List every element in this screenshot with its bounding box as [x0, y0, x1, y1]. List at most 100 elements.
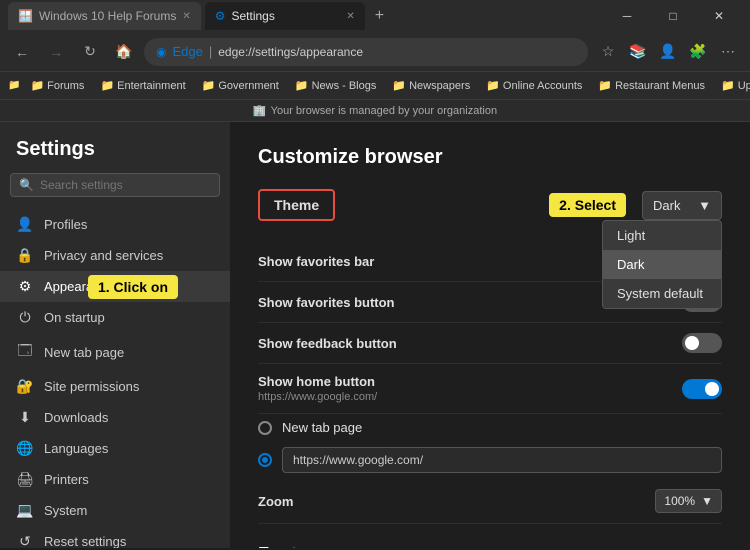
zoom-select[interactable]: 100% ▼ — [655, 489, 722, 513]
managed-banner: 🏢 Your browser is managed by your organi… — [0, 100, 750, 122]
zoom-chevron-icon: ▼ — [701, 494, 713, 508]
home-nav-button[interactable]: 🏠 — [110, 38, 138, 66]
click-on-callout: 1. Click on — [88, 275, 178, 299]
theme-dropdown-menu: Light Dark System default — [602, 220, 722, 309]
privacy-icon: 🔒 — [16, 247, 34, 264]
printers-icon: 🖨 — [16, 471, 34, 488]
edge-label: Edge — [172, 44, 202, 59]
url-input[interactable]: https://www.google.com/ — [282, 447, 722, 473]
sidebar-item-permissions[interactable]: 🔐 Site permissions — [0, 371, 230, 402]
sidebar-item-privacy[interactable]: 🔒 Privacy and services — [0, 240, 230, 271]
theme-option-dark[interactable]: Dark — [603, 250, 721, 279]
main-layout: Settings 🔍 👤 Profiles 🔒 Privacy and serv… — [0, 122, 750, 548]
tab-forums[interactable]: 🪟 Windows 10 Help Forums ✕ — [8, 2, 201, 30]
sidebar-item-startup[interactable]: ⏻ On startup — [0, 302, 230, 333]
sidebar-item-reset[interactable]: ↺ Reset settings — [0, 526, 230, 548]
sidebar-item-system[interactable]: 💻 System — [0, 495, 230, 526]
star-button[interactable]: ☆ — [594, 38, 622, 66]
url-display: edge://settings/appearance — [218, 45, 363, 59]
theme-label-box[interactable]: Theme — [258, 189, 335, 221]
address-input[interactable]: ◉ Edge | edge://settings/appearance — [144, 38, 588, 66]
bookmark-restaurant[interactable]: 📁 Restaurant Menus — [592, 77, 711, 94]
bookmark-news[interactable]: 📁 News - Blogs — [289, 77, 383, 94]
appearance-icon: ⚙ — [16, 278, 34, 295]
menu-button[interactable]: ⋯ — [714, 38, 742, 66]
languages-icon: 🌐 — [16, 440, 34, 457]
managed-icon: 🏢 — [253, 104, 267, 117]
sidebar-label-newtab: New tab page — [44, 345, 124, 360]
downloads-icon: ⬇ — [16, 409, 34, 426]
forums-tab-icon: 🪟 — [18, 9, 33, 23]
fonts-section-title: Fonts — [258, 544, 722, 548]
sidebar-label-reset: Reset settings — [44, 534, 126, 548]
zoom-row: Zoom 100% ▼ — [258, 479, 722, 524]
theme-select-box[interactable]: Dark ▼ — [642, 191, 722, 220]
sidebar-title: Settings — [0, 138, 230, 173]
bookmark-updates[interactable]: 📁 Updates — [715, 77, 750, 94]
sidebar-item-appearance[interactable]: ⚙ Appearance 1. Click on — [0, 271, 230, 302]
new-tab-button[interactable]: + — [369, 7, 390, 25]
zoom-value: 100% — [664, 494, 695, 508]
home-button-row: Show home button https://www.google.com/ — [258, 364, 722, 414]
managed-text: Your browser is managed by your organiza… — [271, 105, 497, 117]
theme-row: Theme 2. Select Dark ▼ Light Dark System… — [258, 189, 722, 221]
system-icon: 💻 — [16, 502, 34, 519]
collections-button[interactable]: 📚 — [624, 38, 652, 66]
new-tab-radio[interactable] — [258, 421, 272, 435]
search-input[interactable] — [40, 178, 211, 192]
theme-option-light[interactable]: Light — [603, 221, 721, 250]
theme-current-value: Dark — [653, 198, 680, 213]
zoom-label: Zoom — [258, 494, 655, 509]
sidebar-label-permissions: Site permissions — [44, 379, 139, 394]
reset-icon: ↺ — [16, 533, 34, 548]
back-button[interactable]: ← — [8, 38, 36, 66]
window-controls: ─ □ ✕ — [604, 0, 742, 32]
newtab-icon: 🗔 — [16, 340, 34, 364]
url-radio[interactable] — [258, 453, 272, 467]
settings-tab-label: Settings — [232, 9, 275, 23]
feedback-button-toggle[interactable] — [682, 333, 722, 353]
tab-settings[interactable]: ⚙ Settings ✕ — [205, 2, 365, 30]
bookmark-forums[interactable]: 📁 Forums — [24, 77, 90, 94]
settings-tab-close[interactable]: ✕ — [346, 11, 354, 22]
select-callout: 2. Select — [549, 193, 626, 217]
bookmark-newspapers[interactable]: 📁 Newspapers — [386, 77, 476, 94]
forums-tab-label: Windows 10 Help Forums — [39, 9, 176, 23]
sidebar-item-profiles[interactable]: 👤 Profiles — [0, 209, 230, 240]
forward-button[interactable]: → — [42, 38, 70, 66]
toolbar-icons: ☆ 📚 👤 🧩 ⋯ — [594, 38, 742, 66]
theme-option-system[interactable]: System default — [603, 279, 721, 308]
home-button-toggle[interactable] — [682, 379, 722, 399]
sidebar-item-downloads[interactable]: ⬇ Downloads — [0, 402, 230, 433]
maximize-button[interactable]: □ — [650, 0, 696, 32]
theme-select-area: 2. Select Dark ▼ Light Dark System defau… — [549, 191, 722, 220]
search-icon: 🔍 — [19, 178, 34, 192]
bookmark-government[interactable]: 📁 Government — [196, 77, 285, 94]
dropdown-chevron-icon: ▼ — [698, 198, 711, 213]
sidebar-item-printers[interactable]: 🖨 Printers — [0, 464, 230, 495]
extensions-button[interactable]: 🧩 — [684, 38, 712, 66]
profile-button[interactable]: 👤 — [654, 38, 682, 66]
sidebar-label-languages: Languages — [44, 441, 108, 456]
search-box[interactable]: 🔍 — [10, 173, 220, 197]
minimize-button[interactable]: ─ — [604, 0, 650, 32]
new-tab-radio-row: New tab page — [258, 414, 722, 441]
refresh-button[interactable]: ↻ — [76, 38, 104, 66]
sidebar: Settings 🔍 👤 Profiles 🔒 Privacy and serv… — [0, 122, 230, 548]
url-separator: | — [209, 44, 212, 59]
title-bar: 🪟 Windows 10 Help Forums ✕ ⚙ Settings ✕ … — [0, 0, 750, 32]
sidebar-item-newtab[interactable]: 🗔 New tab page — [0, 333, 230, 371]
forums-tab-close[interactable]: ✕ — [182, 11, 190, 22]
sidebar-label-system: System — [44, 503, 87, 518]
sidebar-label-startup: On startup — [44, 310, 105, 325]
sidebar-label-downloads: Downloads — [44, 410, 108, 425]
feedback-button-row: Show feedback button — [258, 323, 722, 364]
close-button[interactable]: ✕ — [696, 0, 742, 32]
url-radio-row: https://www.google.com/ — [258, 441, 722, 479]
bookmark-entertainment[interactable]: 📁 Entertainment — [94, 77, 191, 94]
bookmark-online-accounts[interactable]: 📁 Online Accounts — [480, 77, 588, 94]
sidebar-label-privacy: Privacy and services — [44, 248, 163, 263]
feedback-button-label: Show feedback button — [258, 336, 682, 351]
content-title: Customize browser — [258, 146, 722, 169]
sidebar-item-languages[interactable]: 🌐 Languages — [0, 433, 230, 464]
